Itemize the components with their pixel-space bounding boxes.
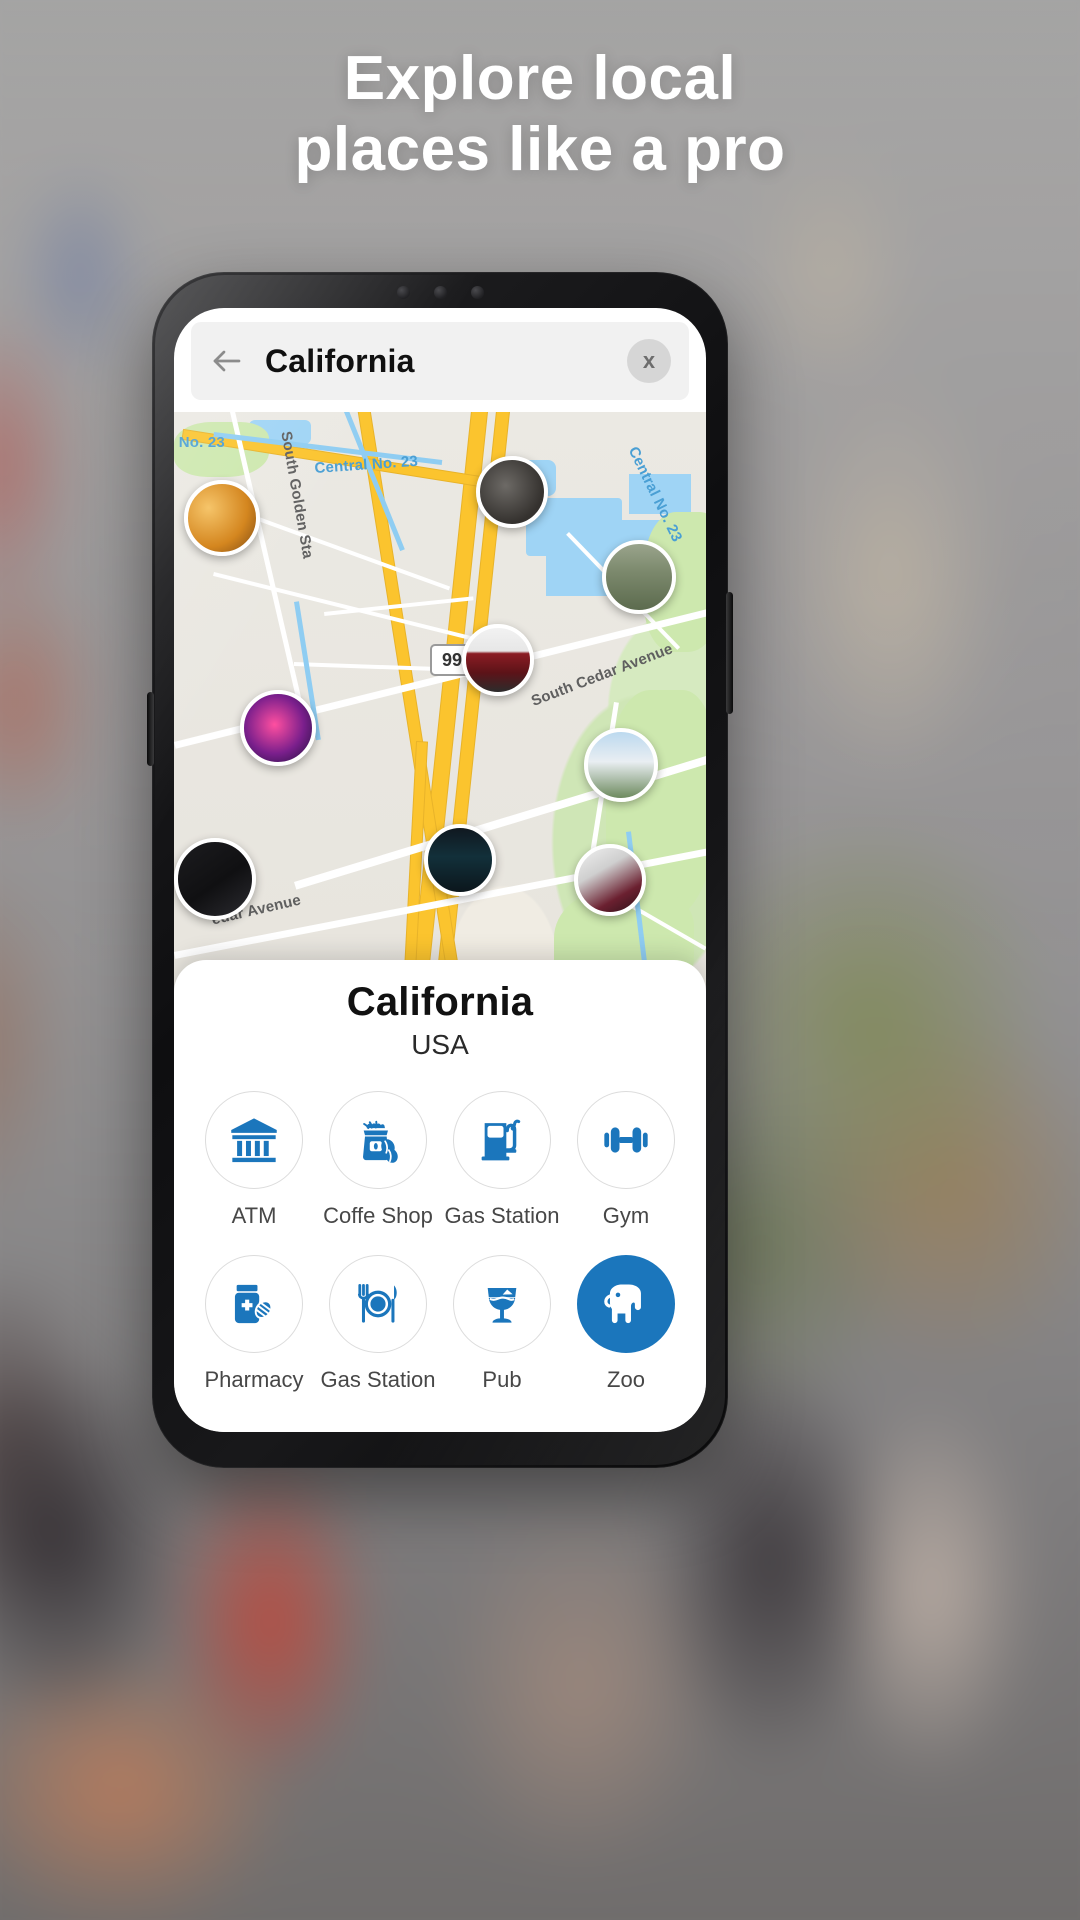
category-icon-wrap (453, 1091, 551, 1189)
category-gym[interactable]: Gym (572, 1091, 680, 1229)
headline-line-1: Explore local (343, 44, 737, 113)
phone-volume-button[interactable] (147, 692, 154, 766)
category-gas-station[interactable]: Gas Station (445, 1091, 559, 1229)
category-icon-wrap (577, 1091, 675, 1189)
category-label: Zoo (607, 1367, 645, 1392)
category-label: Pharmacy (204, 1367, 304, 1392)
bank-poi[interactable] (174, 838, 256, 920)
category-pharmacy[interactable]: Pharmacy (200, 1255, 308, 1393)
category-icon-wrap (577, 1255, 675, 1353)
search-input[interactable]: California (265, 343, 627, 380)
restaurant-poi[interactable] (184, 480, 260, 556)
category-grid: ATM Coffe Shop Gas Station Gym Pharmacy … (174, 1091, 706, 1393)
category-label: Gas Station (444, 1203, 560, 1228)
back-arrow-icon[interactable] (209, 343, 245, 379)
headline-line-2: places like a pro (294, 114, 786, 184)
phone-mockup: California x l No. 23 Central No. 23 Cen… (147, 272, 733, 1468)
category-icon-wrap (453, 1255, 551, 1353)
category-zoo[interactable]: Zoo (572, 1255, 680, 1393)
phone-power-button[interactable] (726, 592, 733, 714)
dumbbell-icon (600, 1114, 652, 1166)
category-row: Pharmacy Gas Station Pub Zoo (200, 1255, 680, 1393)
museum-poi[interactable] (462, 624, 534, 696)
coffee-bag-icon (352, 1114, 404, 1166)
phone-camera-cluster (152, 286, 728, 299)
place-detail-sheet: California USA ATM Coffe Shop Gas Statio… (174, 960, 706, 1432)
category-label: Pub (482, 1367, 522, 1392)
category-row: ATM Coffe Shop Gas Station Gym (200, 1091, 680, 1229)
category-label: ATM (231, 1203, 277, 1228)
search-bar[interactable]: California x (191, 322, 689, 400)
camera-lens-icon (433, 286, 447, 299)
street-label: l No. 23 (174, 434, 225, 451)
place-title: California (346, 980, 534, 1024)
zoo-poi[interactable] (602, 540, 676, 614)
category-pub[interactable]: Pub (448, 1255, 556, 1393)
category-label: Coffe Shop (323, 1203, 433, 1228)
cafe-poi[interactable] (476, 456, 548, 528)
pill-bottle-icon (228, 1278, 280, 1330)
category-restaurant[interactable]: Gas Station (321, 1255, 435, 1393)
clear-search-icon[interactable]: x (627, 339, 671, 383)
gym-poi[interactable] (574, 844, 646, 916)
camera-lens-icon (470, 286, 484, 299)
phone-screen: California x l No. 23 Central No. 23 Cen… (174, 308, 706, 1432)
fuel-pump-icon (476, 1114, 528, 1166)
gas-station-poi[interactable] (424, 824, 496, 896)
camera-lens-icon (396, 286, 410, 299)
cutlery-icon (352, 1278, 404, 1330)
category-atm[interactable]: ATM (200, 1091, 308, 1229)
category-icon-wrap (329, 1255, 427, 1353)
category-label: Gym (602, 1203, 650, 1228)
church-poi[interactable] (584, 728, 658, 802)
category-label: Gas Station (320, 1367, 436, 1392)
wine-glass-icon (476, 1278, 528, 1330)
category-icon-wrap (205, 1255, 303, 1353)
category-icon-wrap (329, 1091, 427, 1189)
category-coffe-shop[interactable]: Coffe Shop (323, 1091, 433, 1229)
page-title: Explore local places like a pro (0, 44, 1080, 185)
category-icon-wrap (205, 1091, 303, 1189)
nightclub-poi[interactable] (240, 690, 316, 766)
elephant-icon (600, 1278, 652, 1330)
place-country: USA (411, 1029, 469, 1060)
bank-icon (228, 1114, 280, 1166)
